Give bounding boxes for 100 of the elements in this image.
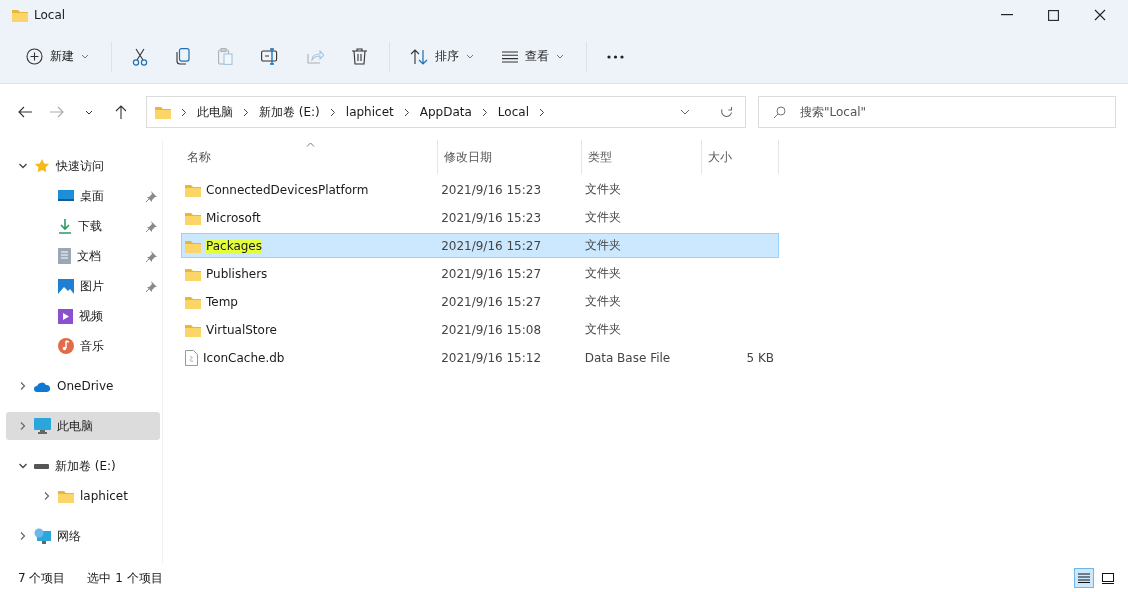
folder-icon xyxy=(185,210,201,225)
date-cell: 2021/9/16 15:12 xyxy=(441,350,542,365)
document-icon xyxy=(58,248,71,264)
caret-icon xyxy=(85,109,93,115)
chevron-right-icon[interactable] xyxy=(329,107,336,117)
chevron-right-icon[interactable] xyxy=(538,107,545,117)
maximize-icon[interactable] xyxy=(1048,9,1059,21)
folder-icon xyxy=(185,294,201,309)
type-cell: 文件夹 xyxy=(584,237,621,254)
sidebar-item[interactable]: laphicet xyxy=(6,482,160,510)
date-cell: 2021/9/16 15:27 xyxy=(441,238,542,253)
trash-icon xyxy=(352,48,367,65)
search-field[interactable]: 搜索"Local" xyxy=(758,96,1116,128)
search-input[interactable]: 搜索"Local" xyxy=(798,104,1115,120)
folder-icon xyxy=(185,266,201,281)
sidebar-label: laphicet xyxy=(80,489,128,503)
music-icon xyxy=(58,338,74,354)
details-view-button[interactable] xyxy=(1074,568,1094,588)
caret-icon xyxy=(466,54,474,59)
chevron-down-icon[interactable] xyxy=(18,161,28,171)
refresh-icon[interactable] xyxy=(720,105,733,119)
lines-icon xyxy=(502,50,518,63)
folder-icon xyxy=(12,8,28,22)
type-cell: 文件夹 xyxy=(584,209,621,226)
file-row[interactable]: Microsoft 2021/9/16 15:23 文件夹 xyxy=(181,205,779,230)
chevron-down-icon[interactable] xyxy=(18,461,28,471)
column-header[interactable]: 名称 xyxy=(181,140,438,174)
clipboard-icon xyxy=(218,48,233,65)
file-name: Packages xyxy=(206,238,262,253)
rename-icon xyxy=(261,48,279,65)
file-row[interactable]: Packages 2021/9/16 15:27 文件夹 xyxy=(181,233,779,258)
chevron-right-icon[interactable] xyxy=(403,107,410,117)
sidebar-item[interactable]: 图片 xyxy=(6,272,160,300)
sidebar-item[interactable]: 此电脑 xyxy=(6,412,160,440)
type-cell: 文件夹 xyxy=(584,181,621,198)
sidebar-label: 新加卷 (E:) xyxy=(55,457,116,475)
file-row[interactable]: IconCache.db 2021/9/16 15:12 Data Base File 5 KB xyxy=(181,345,779,370)
breadcrumb-item[interactable]: 此电脑 xyxy=(197,103,233,121)
download-icon xyxy=(58,218,72,234)
chevron-right-icon[interactable] xyxy=(42,491,52,501)
chevron-right-icon[interactable] xyxy=(18,531,28,541)
close-icon[interactable] xyxy=(1094,9,1106,21)
sidebar-item[interactable]: 新加卷 (E:) xyxy=(6,452,160,480)
sidebar-label: 桌面 xyxy=(80,187,104,205)
chevron-right-icon[interactable] xyxy=(18,381,28,391)
breadcrumb-item[interactable]: Local xyxy=(497,105,529,119)
sidebar-label: OneDrive xyxy=(57,379,114,393)
forward-arrow-icon xyxy=(50,106,64,118)
more-icon xyxy=(607,54,624,59)
folder-icon xyxy=(185,322,201,337)
breadcrumb-item[interactable]: laphicet xyxy=(345,105,394,119)
type-cell: Data Base File xyxy=(584,350,671,365)
sidebar-item[interactable]: 文档 xyxy=(6,242,160,270)
date-cell: 2021/9/16 15:23 xyxy=(441,182,542,197)
sidebar-item[interactable]: 桌面 xyxy=(6,182,160,210)
file-row[interactable]: VirtualStore 2021/9/16 15:08 文件夹 xyxy=(181,317,779,342)
sort-button[interactable]: 排序 xyxy=(400,42,484,71)
address-bar[interactable]: 此电脑 新加卷 (E:) laphicet AppData Local xyxy=(146,96,746,128)
tile-icon xyxy=(1102,572,1114,584)
date-cell: 2021/9/16 15:23 xyxy=(441,210,542,225)
file-row[interactable]: ConnectedDevicesPlatform 2021/9/16 15:23 文件夹 xyxy=(181,177,779,202)
drive-icon xyxy=(34,463,49,469)
share-icon xyxy=(307,49,324,64)
file-name: VirtualStore xyxy=(206,322,277,337)
sidebar-item[interactable]: 下载 xyxy=(6,212,160,240)
file-icon xyxy=(185,349,198,366)
sidebar-item[interactable]: 快速访问 xyxy=(6,152,160,180)
sidebar-item[interactable]: 视频 xyxy=(6,302,160,330)
folder-icon xyxy=(185,238,201,253)
breadcrumb-item[interactable]: 新加卷 (E:) xyxy=(259,103,320,121)
sidebar-label: 音乐 xyxy=(80,337,104,355)
minimize-icon[interactable] xyxy=(1001,14,1013,16)
file-row[interactable]: Publishers 2021/9/16 15:27 文件夹 xyxy=(181,261,779,286)
chevron-right-icon[interactable] xyxy=(181,107,187,117)
view-button[interactable]: 查看 xyxy=(492,42,574,71)
type-cell: 文件夹 xyxy=(584,293,621,310)
type-cell: 文件夹 xyxy=(584,321,621,338)
size-cell: 5 KB xyxy=(746,350,774,365)
cloud-icon xyxy=(34,380,51,392)
column-header[interactable]: 大小 xyxy=(702,140,779,174)
column-header[interactable]: 类型 xyxy=(582,140,702,174)
network-icon xyxy=(34,528,51,544)
file-name: Temp xyxy=(206,294,238,309)
sidebar-label: 图片 xyxy=(80,277,104,295)
chevron-right-icon[interactable] xyxy=(243,107,249,117)
star-icon xyxy=(34,158,50,174)
file-row[interactable]: Temp 2021/9/16 15:27 文件夹 xyxy=(181,289,779,314)
breadcrumb-item[interactable]: AppData xyxy=(419,105,472,119)
copy-icon xyxy=(176,48,190,65)
list-icon xyxy=(1078,573,1090,583)
folder-icon xyxy=(58,489,74,503)
sidebar-item[interactable]: OneDrive xyxy=(6,372,160,400)
sidebar-item[interactable]: 网络 xyxy=(6,522,160,550)
dropdown-icon[interactable] xyxy=(680,109,690,115)
folder-icon xyxy=(185,182,201,197)
new-button[interactable]: 新建 xyxy=(16,42,99,71)
column-header[interactable]: 修改日期 xyxy=(438,140,582,174)
sidebar-item[interactable]: 音乐 xyxy=(6,332,160,360)
chevron-right-icon[interactable] xyxy=(481,107,488,117)
desktop-icon xyxy=(58,189,74,203)
